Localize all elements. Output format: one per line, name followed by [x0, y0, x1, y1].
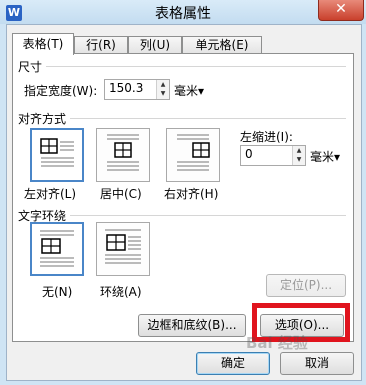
- divider: [70, 215, 346, 216]
- table-right-align-icon: [177, 134, 210, 171]
- borders-shading-button[interactable]: 边框和底纹(B)...: [138, 314, 246, 337]
- align-right-option[interactable]: [166, 128, 220, 182]
- spinner-arrows-icon[interactable]: ▲ ▼: [292, 146, 305, 165]
- wrap-around-label[interactable]: 环绕(A): [100, 283, 142, 300]
- align-right-label[interactable]: 右对齐(H): [164, 185, 218, 202]
- align-center-label[interactable]: 居中(C): [100, 185, 142, 202]
- tab-row[interactable]: 行(R): [74, 36, 128, 54]
- divider: [46, 66, 346, 67]
- size-section-title: 尺寸: [18, 60, 43, 74]
- wrap-none-option[interactable]: [30, 222, 84, 276]
- indent-spinner[interactable]: 0 ▲ ▼: [240, 145, 306, 166]
- align-section-title: 对齐方式: [18, 112, 67, 126]
- tab-cell[interactable]: 单元格(E): [182, 36, 262, 54]
- table-center-align-icon: [107, 134, 139, 171]
- table-left-align-icon: [40, 138, 74, 167]
- indent-label: 左缩进(I):: [240, 130, 293, 144]
- tab-table[interactable]: 表格(T): [12, 33, 74, 55]
- baidu-watermark: Bai 经验: [246, 334, 308, 352]
- width-spinner[interactable]: 150.3 ▲ ▼: [104, 79, 170, 100]
- indent-unit-dropdown[interactable]: 毫米▾: [310, 148, 340, 165]
- position-button[interactable]: 定位(P)...: [266, 274, 346, 297]
- divider: [70, 118, 346, 119]
- wrap-none-label[interactable]: 无(N): [42, 283, 72, 300]
- tab-column[interactable]: 列(U): [128, 36, 182, 54]
- align-left-label[interactable]: 左对齐(L): [24, 185, 76, 202]
- wrap-around-option[interactable]: [96, 222, 150, 276]
- width-value[interactable]: 150.3: [109, 81, 143, 95]
- close-button[interactable]: ✕: [318, 0, 364, 21]
- align-left-option[interactable]: [30, 128, 84, 182]
- dialog-title: 表格属性: [155, 6, 211, 22]
- wrap-none-icon: [40, 230, 74, 267]
- align-center-option[interactable]: [96, 128, 150, 182]
- wrap-around-icon: [105, 229, 141, 264]
- spinner-arrows-icon[interactable]: ▲ ▼: [156, 80, 169, 99]
- width-label: 指定宽度(W):: [24, 84, 98, 98]
- indent-value[interactable]: 0: [245, 147, 253, 161]
- width-unit-dropdown[interactable]: 毫米▾: [174, 82, 204, 99]
